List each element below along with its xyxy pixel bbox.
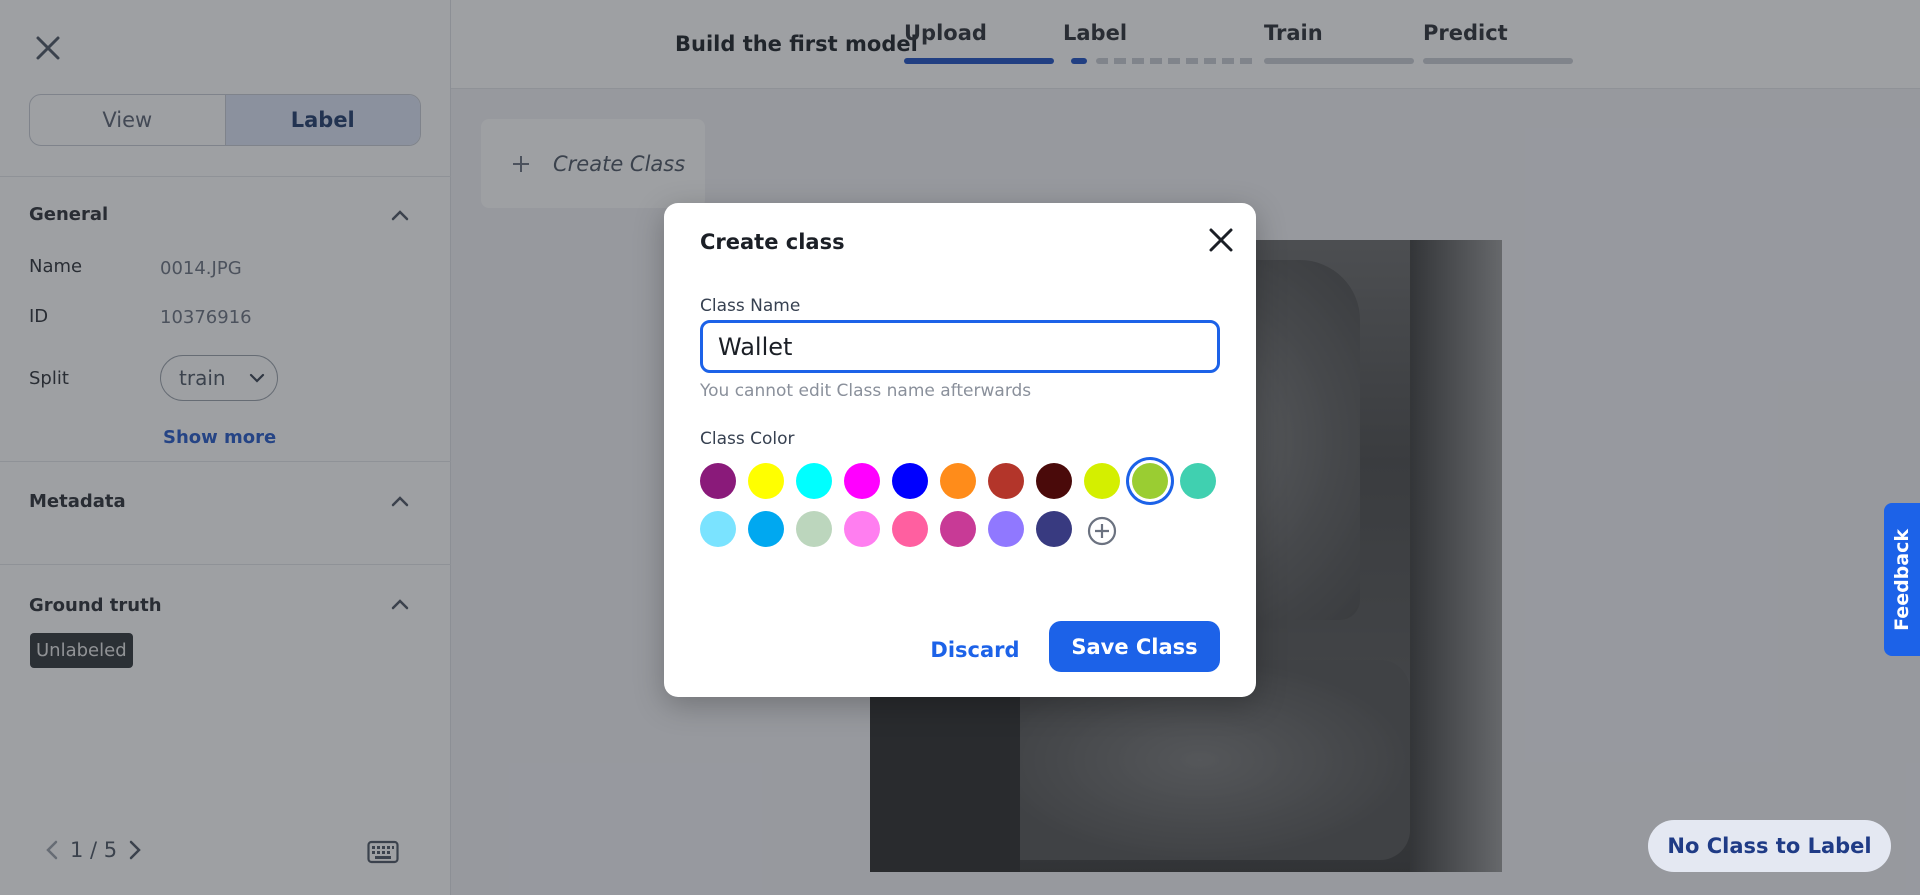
color-swatch[interactable]	[988, 463, 1024, 499]
color-swatch[interactable]	[796, 463, 832, 499]
color-swatch[interactable]	[892, 463, 928, 499]
color-swatch[interactable]	[940, 463, 976, 499]
color-swatch[interactable]	[1036, 463, 1072, 499]
add-color-icon[interactable]	[1084, 513, 1120, 549]
class-name-input[interactable]	[700, 320, 1220, 373]
color-swatch[interactable]	[844, 511, 880, 547]
color-swatch[interactable]	[1084, 463, 1120, 499]
color-swatch[interactable]	[700, 511, 736, 547]
class-name-label: Class Name	[700, 296, 801, 316]
create-class-dialog: Create class Class Name You cannot edit …	[664, 203, 1256, 697]
color-swatch[interactable]	[844, 463, 880, 499]
color-swatch[interactable]	[1036, 511, 1072, 547]
color-swatch[interactable]	[1132, 463, 1168, 499]
class-name-hint: You cannot edit Class name afterwards	[700, 381, 1032, 401]
color-swatch[interactable]	[988, 511, 1024, 547]
close-icon[interactable]	[1205, 224, 1237, 256]
dialog-title: Create class	[700, 230, 845, 254]
color-swatch[interactable]	[892, 511, 928, 547]
color-swatch[interactable]	[1180, 463, 1216, 499]
feedback-tab[interactable]: Feedback	[1884, 503, 1920, 656]
color-swatch[interactable]	[796, 511, 832, 547]
class-color-label: Class Color	[700, 429, 795, 449]
color-swatch[interactable]	[748, 463, 784, 499]
save-class-button[interactable]: Save Class	[1049, 621, 1220, 672]
color-swatch[interactable]	[700, 463, 736, 499]
no-class-to-label-button[interactable]: No Class to Label	[1648, 820, 1891, 872]
discard-button[interactable]: Discard	[910, 625, 1040, 675]
color-swatch[interactable]	[748, 511, 784, 547]
color-swatch[interactable]	[940, 511, 976, 547]
feedback-label: Feedback	[1891, 528, 1913, 631]
